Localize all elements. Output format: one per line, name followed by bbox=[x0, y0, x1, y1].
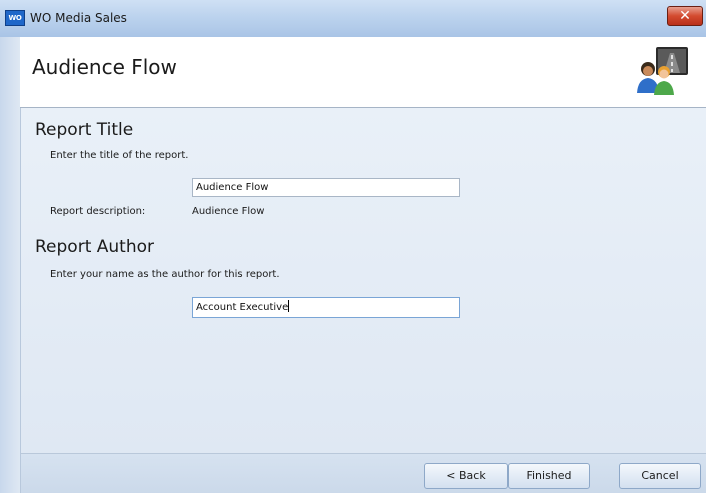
close-icon: ✕ bbox=[679, 8, 691, 24]
text-caret bbox=[288, 300, 290, 312]
report-description-label: Report description: bbox=[50, 206, 146, 217]
report-author-value: Account Executive bbox=[196, 302, 289, 313]
report-author-hint: Enter your name as the author for this r… bbox=[50, 269, 280, 280]
finished-button[interactable]: Finished bbox=[508, 463, 590, 489]
wizard-footer: < Back Finished Cancel bbox=[21, 453, 706, 493]
cancel-button[interactable]: Cancel bbox=[619, 463, 701, 489]
wizard-window: WO WO Media Sales ✕ Audience Flow Report… bbox=[0, 0, 706, 493]
back-button[interactable]: < Back bbox=[424, 463, 508, 489]
report-title-hint: Enter the title of the report. bbox=[50, 150, 189, 161]
report-author-heading: Report Author bbox=[35, 237, 154, 257]
close-button[interactable]: ✕ bbox=[667, 6, 703, 26]
window-left-border bbox=[0, 37, 21, 493]
report-title-input[interactable]: Audience Flow bbox=[192, 178, 460, 197]
wizard-header: Audience Flow bbox=[20, 37, 706, 108]
report-title-value: Audience Flow bbox=[196, 182, 269, 193]
title-bar[interactable]: WO WO Media Sales ✕ bbox=[0, 0, 706, 38]
report-description-value: Audience Flow bbox=[192, 206, 265, 217]
report-author-input[interactable]: Account Executive bbox=[192, 297, 460, 318]
wizard-content: Report Title Enter the title of the repo… bbox=[21, 108, 706, 453]
app-icon: WO bbox=[5, 10, 25, 26]
window-title: WO Media Sales bbox=[30, 11, 127, 25]
page-title: Audience Flow bbox=[32, 55, 177, 79]
report-title-heading: Report Title bbox=[35, 120, 134, 140]
users-road-icon bbox=[634, 45, 690, 97]
